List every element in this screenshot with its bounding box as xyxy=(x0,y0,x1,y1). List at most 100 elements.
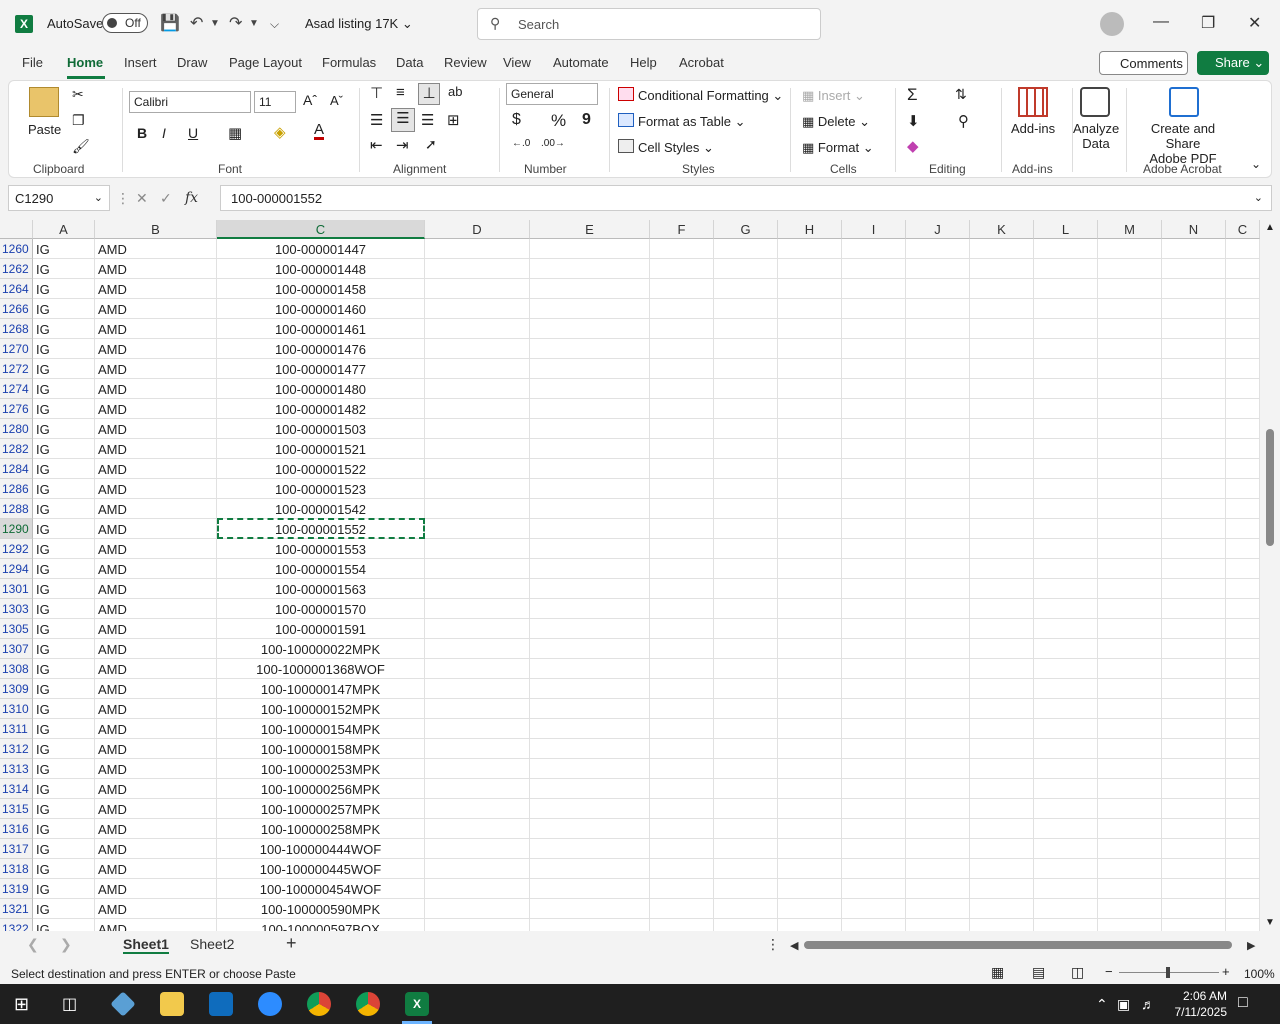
tab-home[interactable]: Home xyxy=(67,55,103,70)
empty-cell[interactable] xyxy=(714,819,778,839)
empty-cell[interactable] xyxy=(714,519,778,539)
empty-cell[interactable] xyxy=(425,639,530,659)
row-header[interactable]: 1321 xyxy=(0,899,33,919)
empty-cell[interactable] xyxy=(650,779,714,799)
empty-cell[interactable] xyxy=(778,619,842,639)
cell-b[interactable]: AMD xyxy=(95,799,217,819)
cell-b[interactable]: AMD xyxy=(95,359,217,379)
column-header-j[interactable]: J xyxy=(906,220,970,239)
cell-c[interactable]: 100-000001553 xyxy=(217,539,425,559)
empty-cell[interactable] xyxy=(1162,739,1226,759)
empty-cell[interactable] xyxy=(906,379,970,399)
empty-cell[interactable] xyxy=(425,579,530,599)
create-pdf-icon[interactable] xyxy=(1169,87,1199,117)
number-format-select[interactable]: General xyxy=(506,83,598,105)
empty-cell[interactable] xyxy=(1162,779,1226,799)
file-explorer-icon[interactable] xyxy=(160,992,184,1016)
empty-cell[interactable] xyxy=(714,539,778,559)
empty-cell[interactable] xyxy=(970,419,1034,439)
empty-cell[interactable] xyxy=(1034,899,1098,919)
cell-b[interactable]: AMD xyxy=(95,459,217,479)
increase-indent-icon[interactable]: ⇥ xyxy=(396,136,409,154)
chrome-profile-icon[interactable] xyxy=(356,992,380,1016)
empty-cell[interactable] xyxy=(1226,239,1260,259)
column-header-b[interactable]: B xyxy=(95,220,217,239)
empty-cell[interactable] xyxy=(842,679,906,699)
cell-c[interactable]: 100-100000444WOF xyxy=(217,839,425,859)
cell-c[interactable]: 100-100000147MPK xyxy=(217,679,425,699)
cut-icon[interactable]: ✂ xyxy=(72,86,84,103)
cell-a[interactable]: IG xyxy=(33,699,95,719)
empty-cell[interactable] xyxy=(714,379,778,399)
empty-cell[interactable] xyxy=(714,739,778,759)
analyze-data-icon[interactable] xyxy=(1080,87,1110,117)
tab-insert[interactable]: Insert xyxy=(124,55,157,70)
empty-cell[interactable] xyxy=(842,499,906,519)
empty-cell[interactable] xyxy=(425,719,530,739)
empty-cell[interactable] xyxy=(1034,519,1098,539)
cell-c[interactable]: 100-100000590MPK xyxy=(217,899,425,919)
fill-icon[interactable]: ⬇ xyxy=(907,112,920,130)
empty-cell[interactable] xyxy=(425,259,530,279)
empty-cell[interactable] xyxy=(842,739,906,759)
empty-cell[interactable] xyxy=(425,899,530,919)
tab-split-handle-icon[interactable]: ⋮ xyxy=(766,936,780,953)
empty-cell[interactable] xyxy=(1162,699,1226,719)
comma-style-button[interactable]: 9 xyxy=(582,111,591,129)
empty-cell[interactable] xyxy=(530,919,650,931)
empty-cell[interactable] xyxy=(1226,479,1260,499)
empty-cell[interactable] xyxy=(530,379,650,399)
empty-cell[interactable] xyxy=(1226,739,1260,759)
empty-cell[interactable] xyxy=(1162,599,1226,619)
normal-view-icon[interactable]: ▦ xyxy=(991,964,1004,981)
restore-icon[interactable]: ❐ xyxy=(1201,13,1215,33)
cell-b[interactable]: AMD xyxy=(95,679,217,699)
row-header[interactable]: 1313 xyxy=(0,759,33,779)
cell-a[interactable]: IG xyxy=(33,339,95,359)
empty-cell[interactable] xyxy=(842,839,906,859)
cell-a[interactable]: IG xyxy=(33,719,95,739)
cell-b[interactable]: AMD xyxy=(95,499,217,519)
cell-a[interactable]: IG xyxy=(33,859,95,879)
empty-cell[interactable] xyxy=(842,439,906,459)
empty-cell[interactable] xyxy=(970,359,1034,379)
clock[interactable]: 2:06 AM 7/11/2025 xyxy=(1165,988,1228,1020)
empty-cell[interactable] xyxy=(1098,839,1162,859)
cell-a[interactable]: IG xyxy=(33,439,95,459)
empty-cell[interactable] xyxy=(714,339,778,359)
save-icon[interactable]: 💾 xyxy=(160,13,180,33)
cell-a[interactable]: IG xyxy=(33,759,95,779)
empty-cell[interactable] xyxy=(1162,719,1226,739)
empty-cell[interactable] xyxy=(1226,619,1260,639)
empty-cell[interactable] xyxy=(1162,639,1226,659)
empty-cell[interactable] xyxy=(1226,859,1260,879)
empty-cell[interactable] xyxy=(714,859,778,879)
empty-cell[interactable] xyxy=(778,639,842,659)
cell-c[interactable]: 100-100000256MPK xyxy=(217,779,425,799)
page-break-view-icon[interactable]: ◫ xyxy=(1071,964,1084,981)
format-painter-icon[interactable]: 🖌 xyxy=(72,138,90,155)
empty-cell[interactable] xyxy=(906,859,970,879)
empty-cell[interactable] xyxy=(970,439,1034,459)
empty-cell[interactable] xyxy=(1226,799,1260,819)
row-header[interactable]: 1290 xyxy=(0,519,33,539)
empty-cell[interactable] xyxy=(778,359,842,379)
empty-cell[interactable] xyxy=(425,279,530,299)
cell-c[interactable]: 100-000001460 xyxy=(217,299,425,319)
empty-cell[interactable] xyxy=(530,359,650,379)
empty-cell[interactable] xyxy=(714,699,778,719)
empty-cell[interactable] xyxy=(650,859,714,879)
empty-cell[interactable] xyxy=(650,359,714,379)
search-box[interactable]: ⚲ Search xyxy=(477,8,821,40)
cell-a[interactable]: IG xyxy=(33,519,95,539)
empty-cell[interactable] xyxy=(1034,919,1098,931)
currency-button[interactable]: $ xyxy=(512,111,521,129)
empty-cell[interactable] xyxy=(1162,919,1226,931)
empty-cell[interactable] xyxy=(970,699,1034,719)
empty-cell[interactable] xyxy=(906,839,970,859)
empty-cell[interactable] xyxy=(1226,559,1260,579)
empty-cell[interactable] xyxy=(1098,579,1162,599)
cell-b[interactable]: AMD xyxy=(95,599,217,619)
column-header-f[interactable]: F xyxy=(650,220,714,239)
empty-cell[interactable] xyxy=(530,479,650,499)
